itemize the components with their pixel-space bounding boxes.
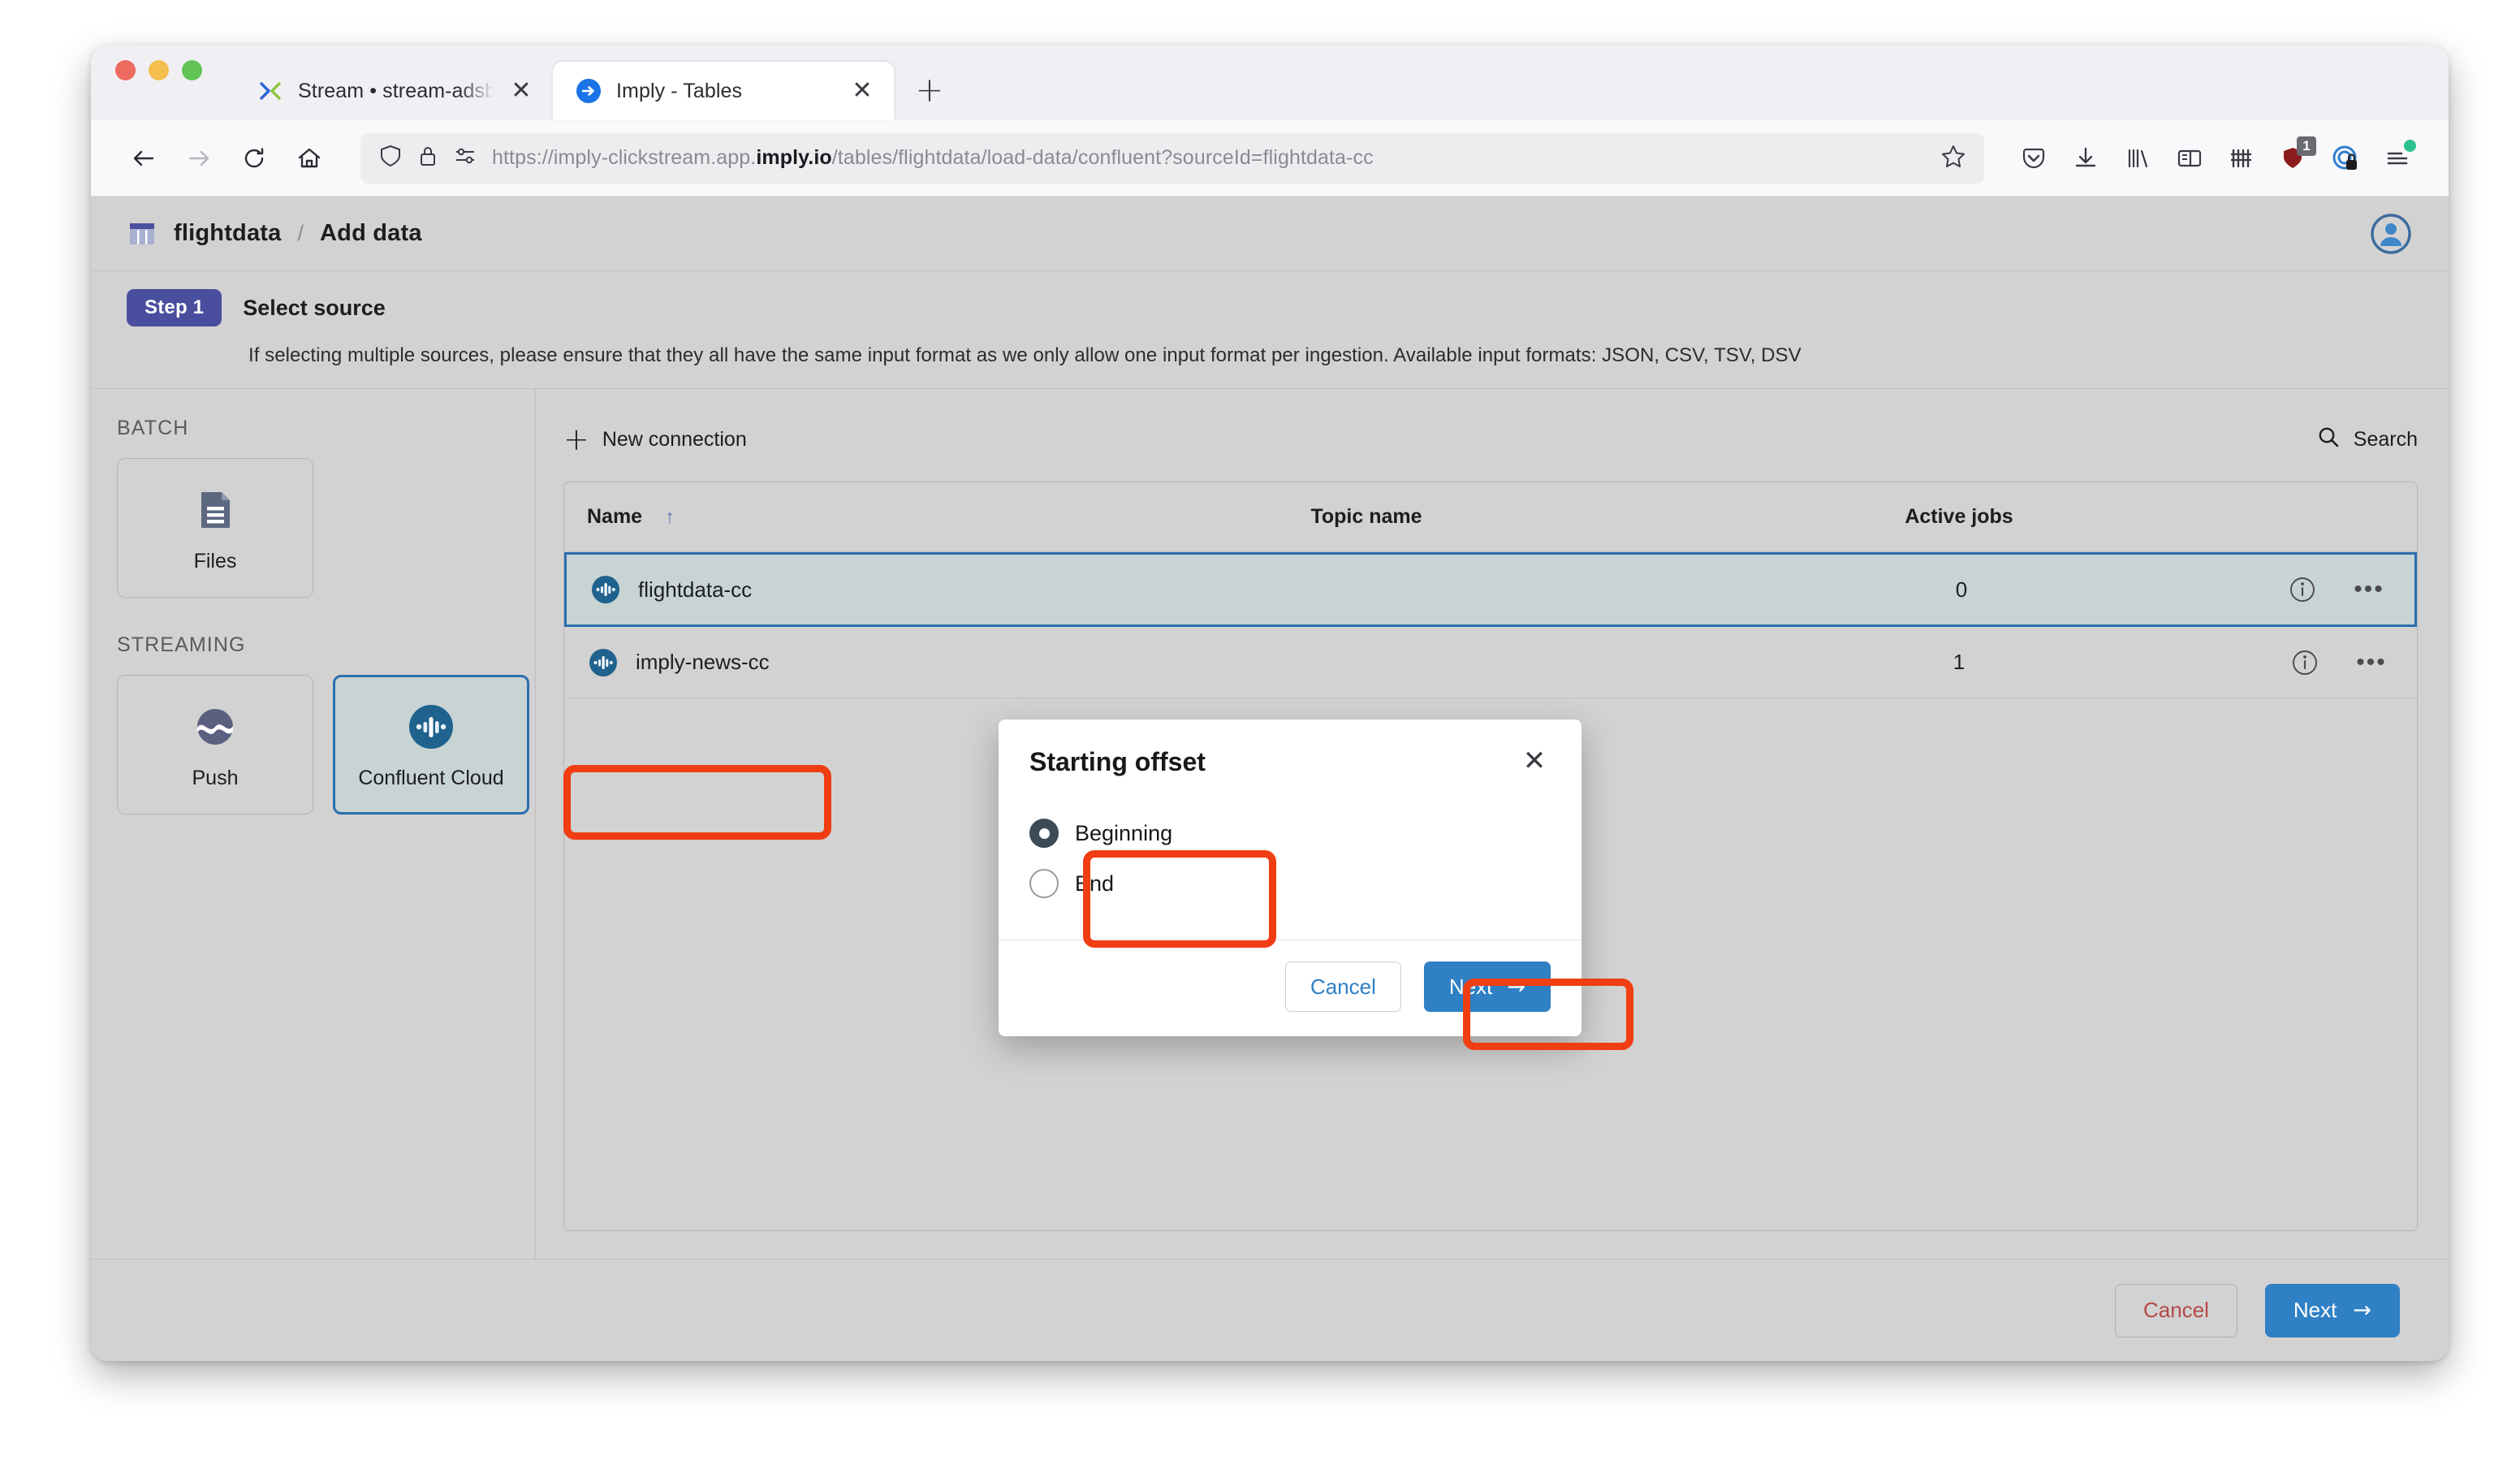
forward-arrow-icon[interactable] xyxy=(174,133,224,184)
lock-icon[interactable] xyxy=(417,145,438,171)
close-tab-button[interactable]: ✕ xyxy=(507,79,535,103)
tab-title: Imply - Tables xyxy=(616,80,835,103)
address-bar[interactable]: https://imply-clickstream.app.imply.io/t… xyxy=(360,133,1984,184)
imply-arrow-icon xyxy=(574,76,603,106)
pocket-icon[interactable] xyxy=(2010,135,2057,182)
radio-label: End xyxy=(1075,871,1114,897)
page-actions-icon[interactable] xyxy=(453,145,477,171)
window-controls xyxy=(115,45,202,120)
blocked-count-badge: 1 xyxy=(2297,136,2316,156)
dialog-next-label: Next xyxy=(1449,975,1492,1000)
back-arrow-icon[interactable] xyxy=(119,133,169,184)
close-icon[interactable]: ✕ xyxy=(1518,747,1551,775)
imply-app: flightdata / Add data Step 1 Select sour… xyxy=(91,197,2449,1361)
maximize-window-button[interactable] xyxy=(182,60,202,80)
close-window-button[interactable] xyxy=(115,60,136,80)
ublock-shield-icon[interactable]: 1 xyxy=(2270,135,2317,182)
arrow-right-icon: → xyxy=(1507,975,1525,1000)
starting-offset-dialog: Starting offset ✕ Beginning End Cancel N… xyxy=(999,720,1581,1036)
dialog-title: Starting offset xyxy=(1029,747,1206,777)
minimize-window-button[interactable] xyxy=(149,60,169,80)
reload-icon[interactable] xyxy=(229,133,279,184)
browser-tab-imply[interactable]: Imply - Tables ✕ xyxy=(553,62,894,120)
containers-icon[interactable] xyxy=(2218,135,2265,182)
dialog-cancel-button[interactable]: Cancel xyxy=(1285,962,1401,1012)
radio-button[interactable] xyxy=(1029,819,1059,848)
url-text[interactable]: https://imply-clickstream.app.imply.io/t… xyxy=(492,146,1926,170)
radio-button[interactable] xyxy=(1029,869,1059,898)
confluent-x-icon xyxy=(256,76,285,106)
close-tab-button[interactable]: ✕ xyxy=(848,79,876,103)
radio-label: Beginning xyxy=(1075,821,1172,846)
app-menu-icon[interactable] xyxy=(2374,135,2421,182)
dialog-body: Beginning End xyxy=(999,790,1581,940)
home-icon[interactable] xyxy=(284,133,334,184)
update-indicator-dot xyxy=(2404,140,2416,152)
browser-window: Stream • stream-adsb-json [De ✕ Imply - … xyxy=(91,45,2449,1361)
star-icon[interactable] xyxy=(1940,143,1966,173)
dialog-footer: Cancel Next → xyxy=(999,940,1581,1036)
navigation-toolbar: https://imply-clickstream.app.imply.io/t… xyxy=(91,120,2449,197)
dialog-next-button[interactable]: Next → xyxy=(1424,962,1551,1012)
radio-option-beginning[interactable]: Beginning xyxy=(1029,808,1551,858)
privacy-badger-icon[interactable] xyxy=(2322,135,2369,182)
downloads-icon[interactable] xyxy=(2062,135,2109,182)
browser-tab-stream[interactable]: Stream • stream-adsb-json [De ✕ xyxy=(235,62,553,120)
library-icon[interactable] xyxy=(2114,135,2161,182)
shield-icon[interactable] xyxy=(378,144,403,172)
radio-option-end[interactable]: End xyxy=(1029,858,1551,909)
dialog-header: Starting offset ✕ xyxy=(999,720,1581,790)
sidebar-icon[interactable] xyxy=(2166,135,2213,182)
tab-strip: Stream • stream-adsb-json [De ✕ Imply - … xyxy=(91,45,2449,120)
tab-title: Stream • stream-adsb-json [De xyxy=(298,80,494,103)
new-tab-button[interactable]: + xyxy=(905,65,954,114)
